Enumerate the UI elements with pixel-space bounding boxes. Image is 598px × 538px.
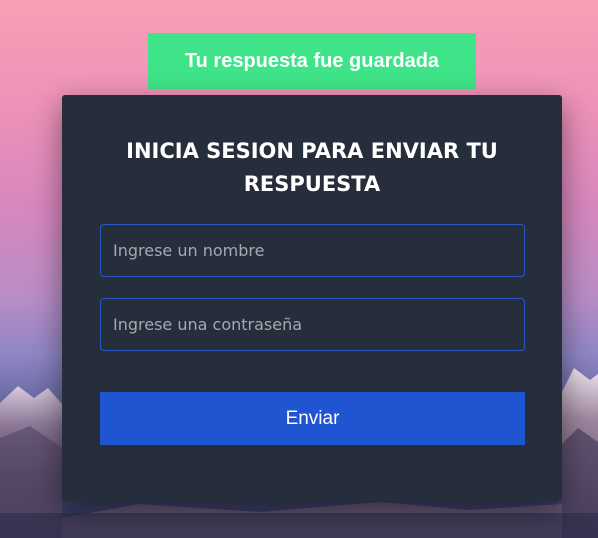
name-input[interactable] bbox=[100, 224, 525, 277]
success-toast: Tu respuesta fue guardada bbox=[148, 33, 476, 89]
submit-button[interactable]: Enviar bbox=[100, 392, 525, 445]
login-card: INICIA SESION PARA ENVIAR TU RESPUESTA E… bbox=[62, 95, 562, 501]
password-input[interactable] bbox=[100, 298, 525, 351]
login-title: INICIA SESION PARA ENVIAR TU RESPUESTA bbox=[126, 139, 498, 196]
